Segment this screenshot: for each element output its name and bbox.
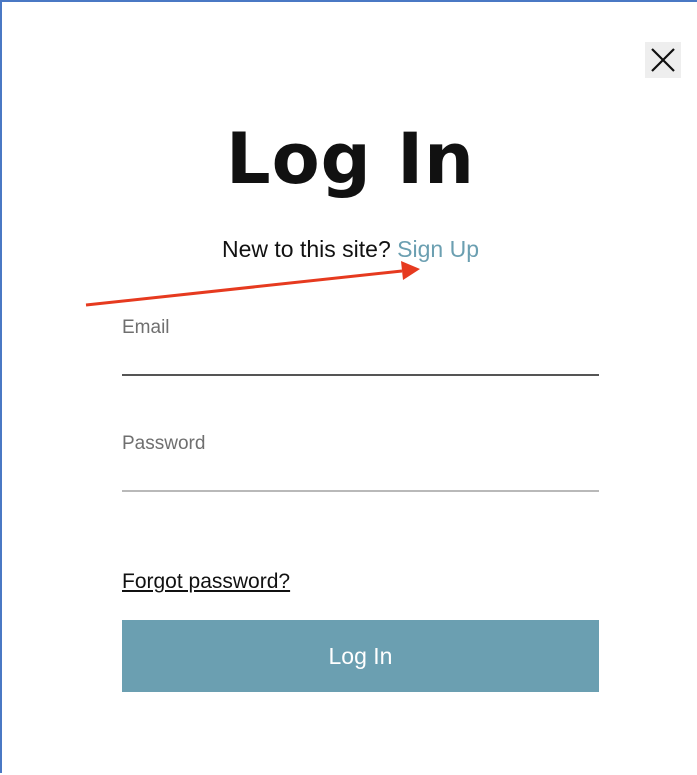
signup-prompt-text: New to this site?	[222, 236, 391, 262]
password-field[interactable]	[122, 464, 599, 492]
signup-prompt-line: New to this site? Sign Up	[2, 232, 697, 266]
email-field[interactable]	[122, 348, 599, 376]
email-label: Email	[122, 317, 170, 338]
page-title: Log In	[225, 118, 476, 200]
login-button[interactable]: Log In	[122, 620, 599, 692]
login-dialog: Log In New to this site? Sign Up Email P…	[0, 0, 697, 773]
close-icon	[651, 48, 675, 72]
forgot-password-link[interactable]: Forgot password?	[122, 568, 290, 596]
annotation-arrow-line	[85, 269, 403, 307]
password-label: Password	[122, 433, 206, 454]
close-button[interactable]	[645, 42, 681, 78]
signup-link[interactable]: Sign Up	[397, 236, 479, 262]
